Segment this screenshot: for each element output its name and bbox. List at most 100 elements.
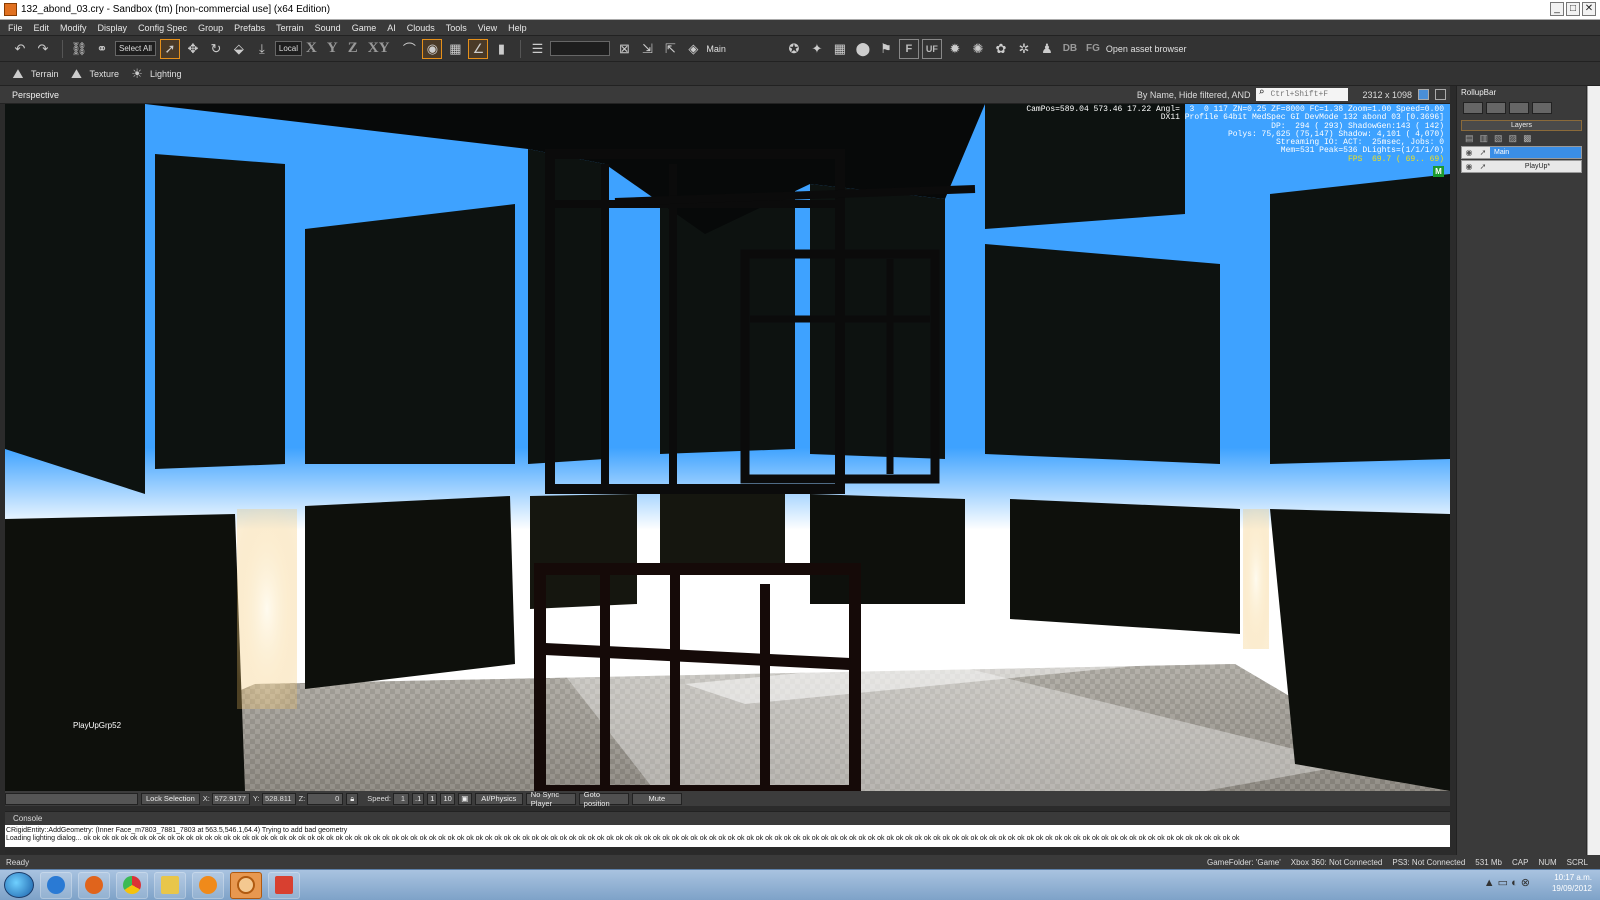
terrain-button[interactable]: Terrain [31,69,59,79]
taskbar-firefox[interactable] [78,871,110,899]
no-sync-player-button[interactable]: No Sync Player [525,790,576,808]
maximize-button[interactable]: □ [1566,2,1580,16]
ai-debug-icon[interactable]: ♟ [1037,39,1057,59]
viewport-title[interactable]: Perspective [12,90,59,100]
goto-position-button[interactable]: Goto position [578,790,629,808]
layer-row-playup[interactable]: ◉ ➚ PlayUp* [1461,160,1582,173]
coord-system-dropdown[interactable]: Local [274,41,303,56]
unlink-icon[interactable]: ⚭ [92,39,112,59]
viewport-resolution[interactable]: 2312 x 1098 [1362,90,1412,100]
current-layer-label[interactable]: Main [706,44,726,54]
menu-clouds[interactable]: Clouds [407,23,435,33]
ai-physics-button[interactable]: AI/Physics [474,792,523,805]
move-tool-icon[interactable]: ✥ [183,39,203,59]
flowgraph-icon[interactable]: ⬤ [853,39,873,59]
speed-preset-1[interactable]: 1 [427,792,438,805]
rollup-tab-layers[interactable] [1532,102,1552,114]
layer-row-main[interactable]: ◉ ➚ Main [1461,146,1582,159]
layer-move-icon[interactable]: ⇲ [637,39,657,59]
database-view-icon[interactable]: ▦ [830,39,850,59]
taskbar-file-explorer[interactable] [154,871,186,899]
physics-icon[interactable]: ✲ [1014,39,1034,59]
layer-folder-icon[interactable]: ▩ [1523,133,1532,143]
speed-input[interactable]: 1 [393,792,410,805]
mute-button[interactable]: Mute [631,792,682,805]
select-tool-icon[interactable]: ➚ [159,38,180,59]
selectable-cursor-icon[interactable]: ➚ [1476,162,1490,171]
lock-selection-button[interactable]: Lock Selection [141,792,200,805]
menu-view[interactable]: View [478,23,497,33]
particle-editor-icon[interactable]: ✺ [968,39,988,59]
menu-display[interactable]: Display [98,23,128,33]
x-coordinate-input[interactable]: 572.9177 [211,792,250,805]
snap-terrain-icon[interactable]: ⌒ [399,39,419,59]
menu-terrain[interactable]: Terrain [276,23,304,33]
layer-export-icon[interactable]: ▧ [1494,133,1503,143]
taskbar-media-player[interactable] [192,871,224,899]
menu-sound[interactable]: Sound [315,23,341,33]
axis-y-button[interactable]: Y [327,40,338,57]
clock-time[interactable]: 10:17 a.m. [1552,872,1592,883]
viewport-camera-icon[interactable] [1418,89,1429,100]
redo-icon[interactable]: ↷ [33,39,53,59]
selectable-cursor-icon[interactable]: ➚ [1476,148,1490,157]
console-input[interactable] [5,847,1440,854]
material-editor-icon[interactable]: ✪ [784,39,804,59]
new-layer-icon[interactable]: ▤ [1465,133,1474,143]
ui-editor-button[interactable]: UF [921,38,942,59]
lock-coordinates-icon[interactable]: 🔒︎ [346,792,359,805]
3d-viewport[interactable]: CamPos=589.04 573.46 17.22 Angl= 3 0 117… [5,104,1450,791]
fg-button[interactable]: FG [1083,39,1103,59]
axis-z-button[interactable]: Z [348,40,358,57]
delete-layer-icon[interactable]: ▥ [1480,133,1489,143]
viewport-search-input[interactable]: Ctrl+Shift+F [1256,87,1349,101]
menu-ai[interactable]: AI [387,23,396,33]
menu-config-spec[interactable]: Config Spec [138,23,187,33]
undo-icon[interactable]: ↶ [10,39,30,59]
menu-edit[interactable]: Edit [34,23,50,33]
speed-preset-10[interactable]: 10 [440,792,455,805]
taskbar-sandbox[interactable] [230,871,262,899]
selection-list-icon[interactable]: ☰ [527,39,547,59]
layers-panel-header[interactable]: Layers [1461,120,1582,131]
visibility-eye-icon[interactable]: ◉ [1462,162,1476,171]
speed-preset-0-1[interactable]: .1 [412,792,425,805]
close-button[interactable]: ✕ [1582,2,1596,16]
taskbar-internet-explorer[interactable] [40,871,72,899]
db-button[interactable]: DB [1060,39,1080,59]
z-coordinate-input[interactable]: 0 [307,792,344,805]
tray-icons[interactable]: ▲ ▭ ◐ ⊗ [1484,878,1530,889]
character-editor-icon[interactable]: ✦ [807,39,827,59]
menu-help[interactable]: Help [508,23,527,33]
menu-game[interactable]: Game [352,23,377,33]
align-to-terrain-icon[interactable]: ⤓ [252,39,272,59]
layer-freeze-icon[interactable]: ⇱ [660,39,680,59]
layer-import-icon[interactable]: ▨ [1509,133,1518,143]
lighting-button[interactable]: Lighting [150,69,182,79]
texture-button[interactable]: Texture [90,69,120,79]
minimize-button[interactable]: _ [1550,2,1564,16]
link-icon[interactable]: ⛓ [69,39,89,59]
facial-editor-button[interactable]: F [898,38,919,59]
open-asset-browser-button[interactable]: Open asset browser [1106,44,1187,54]
menu-tools[interactable]: Tools [446,23,467,33]
vegetation-icon[interactable]: ✿ [991,39,1011,59]
axis-x-button[interactable]: X [306,40,317,57]
remove-selection-icon[interactable]: ⊠ [614,39,634,59]
layers-icon[interactable]: ◈ [683,39,703,59]
terrain-editor-icon[interactable]: ✹ [945,39,965,59]
menu-prefabs[interactable]: Prefabs [234,23,265,33]
track-view-icon[interactable]: ⚑ [876,39,896,59]
ruler-icon[interactable]: ▮ [491,39,511,59]
grid-icon[interactable]: ▦ [445,39,465,59]
rollup-tab-objects[interactable] [1463,102,1483,114]
taskbar-chrome[interactable] [116,871,148,899]
snap-objects-icon[interactable]: ◉ [422,38,443,59]
viewport-maximize-icon[interactable] [1435,89,1446,100]
selection-name-dropdown[interactable] [550,41,611,56]
rollup-tab-display[interactable] [1509,102,1529,114]
axis-xy-button[interactable]: XY [368,40,390,57]
taskbar-paint[interactable] [268,871,300,899]
clock-date[interactable]: 19/09/2012 [1552,883,1592,894]
terminal-icon[interactable]: ▣ [457,792,472,805]
